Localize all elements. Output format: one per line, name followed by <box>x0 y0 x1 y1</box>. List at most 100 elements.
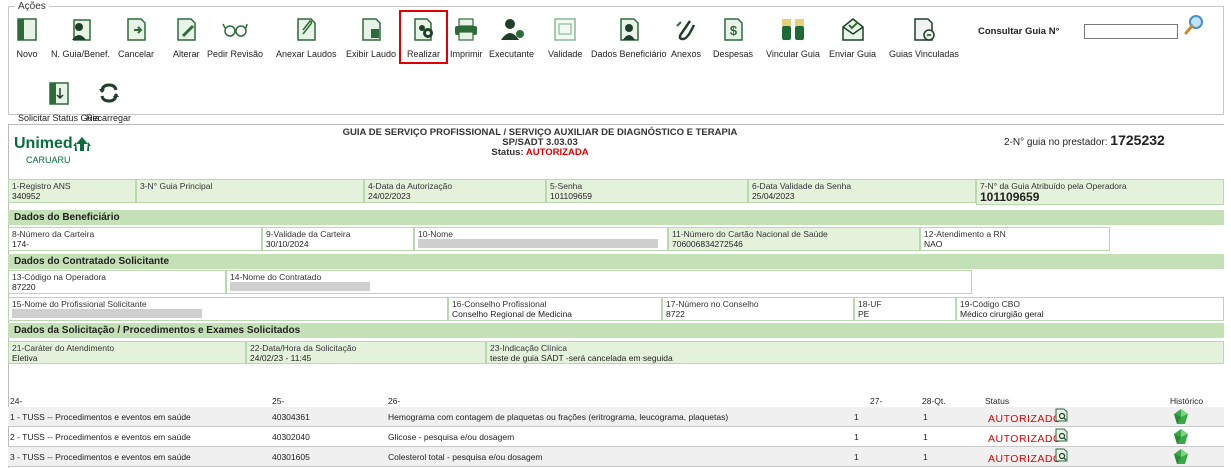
logo-text: Unimed <box>14 135 73 152</box>
cell-qt-autoriz: 1 <box>923 452 928 462</box>
guia-status-label: Status: <box>491 147 524 158</box>
executante-button[interactable]: Executante <box>489 16 534 59</box>
field-label: 8-Número da Carteira <box>12 229 95 239</box>
validade-label: Validade <box>548 49 583 59</box>
redacted-value <box>230 282 968 293</box>
exibir-laudo-button[interactable]: Exibir Laudo <box>346 16 396 59</box>
new-document-icon <box>14 16 40 42</box>
solicitacao-section-title: Dados da Solicitação / Procedimentos e E… <box>8 323 1224 338</box>
field-label: 11-Número do Cartão Nacional de Saúde <box>672 229 828 239</box>
field-label: 13-Código na Operadora <box>12 272 107 282</box>
cell-tabela: 3 - TUSS -- Procedimentos e eventos em s… <box>10 452 191 462</box>
field-label: 5-Senha <box>550 181 583 191</box>
edit-document-icon <box>173 16 199 42</box>
field-label: 9-Validade da Carteira <box>266 229 351 239</box>
n-guia-benef-button[interactable]: N. Guia/Benef. <box>51 16 110 59</box>
field-value: 24/02/23 - 11:45 <box>250 353 312 363</box>
details-magnifier-icon[interactable] <box>1055 448 1069 462</box>
field-label: 23-Indicação Clínica <box>490 343 568 353</box>
status-request-icon <box>46 80 72 106</box>
pedir-revisao-label: Pedir Revisão <box>207 49 264 59</box>
history-icon[interactable] <box>1172 408 1190 426</box>
table-row: 1 - TUSS -- Procedimentos e eventos em s… <box>8 407 1224 427</box>
anexar-laudos-button[interactable]: Anexar Laudos <box>276 16 337 59</box>
details-magnifier-icon[interactable] <box>1055 428 1069 442</box>
field-value: 101109659 <box>550 191 592 201</box>
realizar-button[interactable]: Realizar <box>399 10 449 64</box>
cell-codigo: 40301605 <box>272 452 310 462</box>
field-label: 12-Atendimento a RN <box>924 229 1006 239</box>
registro-ans-field: 1-Registro ANS 340952 <box>8 179 136 203</box>
field-label: 3-N° Guia Principal <box>140 181 213 191</box>
recarregar-label: Recarregar <box>86 113 132 123</box>
profissional-solicitante-field: 15-Nome do Profissional Solicitante <box>8 297 448 321</box>
field-value: 340952 <box>12 191 41 201</box>
indicacao-clinica-field: 23-Indicação Clínica teste de guia SADT … <box>486 341 1224 364</box>
validity-icon <box>552 16 578 42</box>
table-row: 3 - TUSS -- Procedimentos e eventos em s… <box>8 447 1224 467</box>
consultar-guia-label: Consultar Guia N° <box>978 26 1060 37</box>
user-document-icon <box>68 16 94 42</box>
recarregar-button[interactable]: Recarregar <box>86 80 131 123</box>
novo-button[interactable]: Novo <box>14 16 40 59</box>
executante-label: Executante <box>489 49 535 59</box>
search-icon[interactable] <box>1183 14 1205 36</box>
despesas-button[interactable]: $ Despesas <box>713 16 753 59</box>
header-status: Status <box>985 396 1010 406</box>
guia-title-block: GUIA DE SERVIÇO PROFISSIONAL / SERVIÇO A… <box>240 128 840 158</box>
enviar-guia-button[interactable]: Enviar Guia <box>829 16 876 59</box>
details-magnifier-icon[interactable] <box>1055 408 1069 422</box>
printer-icon <box>453 16 479 42</box>
status-badge: AUTORIZADO <box>988 433 1062 445</box>
cell-qt-autoriz: 1 <box>923 412 928 422</box>
guia-status: Status: AUTORIZADA <box>240 148 840 158</box>
link-icon <box>780 16 806 42</box>
cns-field: 11-Número do Cartão Nacional de Saúde 70… <box>668 227 920 251</box>
beneficiary-icon <box>616 16 642 42</box>
validade-button[interactable]: Validade <box>548 16 582 59</box>
history-icon[interactable] <box>1172 428 1190 446</box>
field-label: 22-Data/Hora da Solicitação <box>250 343 357 353</box>
history-icon[interactable] <box>1172 448 1190 466</box>
header-historico: Histórico <box>1170 396 1204 406</box>
status-badge: AUTORIZADO <box>988 413 1062 425</box>
conselho-profissional-field: 16-Conselho Profissional Conselho Region… <box>448 297 662 321</box>
cell-qt-autoriz: 1 <box>923 432 928 442</box>
cell-qt-solic: 1 <box>854 412 859 422</box>
cell-codigo: 40302040 <box>272 432 310 442</box>
field-value: PE <box>858 309 870 319</box>
despesas-label: Despesas <box>713 49 754 59</box>
dados-beneficiario-button[interactable]: Dados Beneficiário <box>591 16 667 59</box>
anexos-button[interactable]: Anexos <box>671 16 701 59</box>
field-label: 21-Caráter do Atendimento <box>12 343 115 353</box>
field-value: 101109659 <box>980 190 1040 204</box>
field-value: 30/10/2024 <box>266 239 309 249</box>
field-label: 18-UF <box>858 299 882 309</box>
attach-icon <box>293 16 319 42</box>
dados-beneficiario-label: Dados Beneficiário <box>591 49 667 59</box>
numero-prestador-value: 1725232 <box>1110 132 1165 148</box>
guias-vinculadas-button[interactable]: Guias Vinculadas <box>889 16 959 59</box>
unimed-logo: Unimed CARUARU <box>14 135 94 175</box>
numero-conselho-field: 17-Número no Conselho 8722 <box>662 297 854 321</box>
validade-senha-field: 6-Data Validade da Senha 25/04/2023 <box>748 179 976 203</box>
glasses-icon <box>222 16 248 42</box>
cancelar-button[interactable]: Cancelar <box>118 16 154 59</box>
table-row: 2 - TUSS -- Procedimentos e eventos em s… <box>8 427 1224 447</box>
pedir-revisao-button[interactable]: Pedir Revisão <box>207 16 263 59</box>
beneficiario-section-title: Dados do Beneficiário <box>8 210 1224 225</box>
view-report-icon <box>358 16 384 42</box>
data-autorizacao-field: 4-Data da Autorização 24/02/2023 <box>364 179 546 203</box>
alterar-button[interactable]: Alterar <box>173 16 200 59</box>
cell-qt-solic: 1 <box>854 452 859 462</box>
field-value: 24/02/2023 <box>368 191 411 201</box>
imprimir-button[interactable]: Imprimir <box>450 16 483 59</box>
numero-prestador-label: 2-N° guia no prestador: <box>1004 137 1108 148</box>
vincular-guia-button[interactable]: Vincular Guia <box>766 16 820 59</box>
consultar-guia-input[interactable] <box>1084 24 1178 39</box>
exibir-laudo-label: Exibir Laudo <box>346 49 397 59</box>
cell-descricao: Glicose - pesquisa e/ou dosagem <box>388 432 515 442</box>
field-value: 174- <box>12 239 30 249</box>
field-label: 16-Conselho Profissional <box>452 299 547 309</box>
field-value: 8722 <box>666 309 685 319</box>
